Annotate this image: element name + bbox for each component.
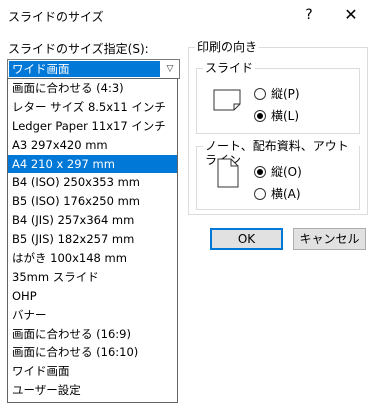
slides-portrait-label[interactable]: 縦(P) [271, 87, 300, 101]
dropdown-option[interactable]: ワイド画面 [8, 362, 177, 381]
slides-landscape-radio[interactable] [254, 110, 266, 122]
close-icon[interactable]: ✕ [338, 2, 364, 28]
dropdown-option[interactable]: 画面に合わせる (16:10) [8, 343, 177, 362]
cancel-button[interactable]: キャンセル [293, 228, 366, 250]
help-icon[interactable]: ? [296, 2, 322, 28]
ok-button[interactable]: OK [210, 228, 283, 250]
dropdown-option[interactable]: 画面に合わせる (16:9) [8, 325, 177, 344]
dialog-title: スライドのサイズ [8, 10, 104, 24]
dropdown-option[interactable]: はがき 100x148 mm [8, 249, 177, 268]
dropdown-option[interactable]: B5 (ISO) 176x250 mm [8, 192, 177, 211]
portrait-page-icon [217, 158, 239, 188]
slides-orientation-group: スライド 縦(P) 横(L) [196, 61, 360, 134]
orientation-group-title: 印刷の向き [195, 40, 260, 54]
slides-group-title: スライド [203, 61, 256, 75]
slide-size-combobox[interactable]: ワイド画面 ▽ [7, 59, 180, 79]
slide-size-label: スライドのサイズ指定(S): [8, 42, 149, 56]
slide-size-selected-value: ワイド画面 [9, 61, 160, 77]
dropdown-option[interactable]: B4 (ISO) 250x353 mm [8, 173, 177, 192]
dropdown-option[interactable]: B5 (JIS) 182x257 mm [8, 230, 177, 249]
dropdown-option-highlighted[interactable]: A4 210 x 297 mm [8, 154, 177, 174]
dropdown-option[interactable]: 画面に合わせる (4:3) [8, 79, 177, 98]
title-bar: スライドのサイズ ? ✕ [0, 0, 375, 31]
slides-landscape-label[interactable]: 横(L) [271, 109, 299, 123]
notes-landscape-label[interactable]: 横(A) [271, 187, 301, 201]
landscape-page-icon [213, 89, 241, 111]
dropdown-option[interactable]: B4 (JIS) 257x364 mm [8, 211, 177, 230]
slide-size-dropdown-list[interactable]: 画面に合わせる (4:3) レター サイズ 8.5x11 インチ Ledger … [7, 78, 178, 403]
dropdown-option[interactable]: A3 297x420 mm [8, 136, 177, 155]
notes-portrait-label[interactable]: 縦(O) [271, 165, 302, 179]
dropdown-option[interactable]: バナー [8, 306, 177, 325]
notes-portrait-radio[interactable] [254, 166, 266, 178]
dropdown-option[interactable]: ユーザー設定 [8, 381, 177, 400]
dropdown-option[interactable]: 35mm スライド [8, 268, 177, 287]
slides-portrait-radio[interactable] [254, 88, 266, 100]
dropdown-option[interactable]: Ledger Paper 11x17 インチ [8, 117, 177, 136]
dropdown-option[interactable]: レター サイズ 8.5x11 インチ [8, 98, 177, 117]
chevron-down-icon[interactable]: ▽ [161, 60, 179, 78]
notes-orientation-group: ノート、配布資料、アウトライン 縦(O) 横(A) [196, 139, 360, 210]
notes-landscape-radio[interactable] [254, 188, 266, 200]
dropdown-option[interactable]: OHP [8, 287, 177, 306]
